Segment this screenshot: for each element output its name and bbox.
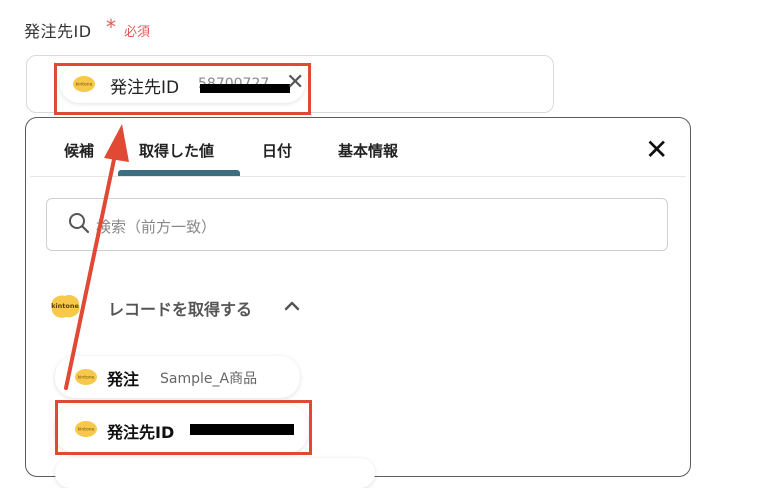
svg-text:kintone: kintone <box>51 302 79 310</box>
kintone-icon: kintone <box>75 369 97 385</box>
tab-date[interactable]: 日付 <box>262 140 292 161</box>
chevron-up-icon[interactable] <box>283 298 301 312</box>
field-label: 発注先ID <box>24 22 92 41</box>
tab-divider <box>30 176 686 177</box>
tab-candidates[interactable]: 候補 <box>64 140 94 161</box>
list-item[interactable] <box>55 458 375 488</box>
required-text: 必須 <box>124 25 151 40</box>
close-icon[interactable]: ✕ <box>645 134 668 166</box>
search-placeholder: 検索（前方一致） <box>96 218 217 236</box>
svg-text:kintone: kintone <box>78 375 95 381</box>
kintone-logo: kintone <box>51 295 80 318</box>
tab-retrieved-values[interactable]: 取得した値 <box>139 140 214 161</box>
group-title[interactable]: レコードを取得する <box>108 296 252 320</box>
search-icon <box>69 213 90 234</box>
highlight-box-selected <box>54 63 311 115</box>
highlight-box-item <box>55 400 312 455</box>
list-item-label: 発注 <box>107 370 140 389</box>
tab-basic-info[interactable]: 基本情報 <box>338 140 398 161</box>
list-item-value: Sample_A商品 <box>160 371 258 387</box>
required-mark: * <box>106 15 116 39</box>
